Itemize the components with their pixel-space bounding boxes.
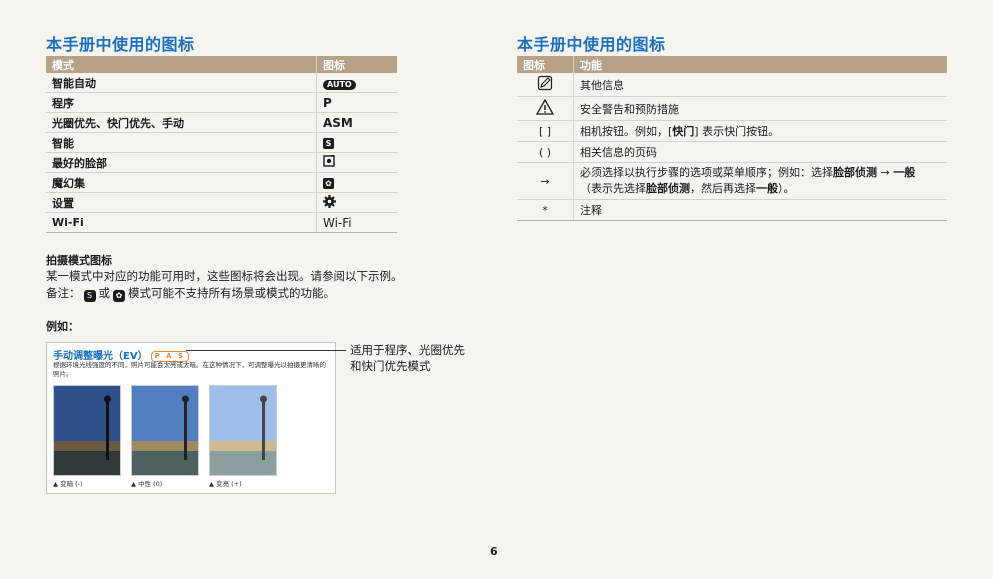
table-row: 程序 P <box>46 92 397 113</box>
smart-mode-icon: S <box>323 137 334 149</box>
asm-mode-icon: ASM <box>316 112 397 133</box>
shoot-mode-note: 备注： S 或 ✿ 模式可能不支持所有场景或模式的功能。 <box>46 285 335 302</box>
shoot-mode-heading: 拍摄模式图标 <box>46 254 112 267</box>
table-row: Wi-Fi Wi-Fi <box>46 212 397 233</box>
gear-icon <box>323 194 336 208</box>
magic-mode-icon: ✿ <box>323 177 334 189</box>
smart-mode-icon: S <box>83 290 96 302</box>
mode-label: Wi-Fi <box>46 212 317 233</box>
callout-text: 适用于程序、光圈优先 和快门优先模式 <box>350 343 465 373</box>
caption-neutral: ▲ 中性 (0) <box>131 480 163 488</box>
table-row: → 必须选择以执行步骤的选项或菜单顺序；例如：选择脸部侦测 → 一般 （表示先选… <box>517 162 947 200</box>
table-row: [ ] 相机按钮。例如，[快门] 表示快门按钮。 <box>517 120 947 142</box>
table-row: 智能 S <box>46 132 397 153</box>
mode-label: 光圈优先、快门优先、手动 <box>46 112 317 133</box>
mode-label: 智能自动 <box>46 73 317 93</box>
table-row: 设置 <box>46 192 397 213</box>
function-description: 必须选择以执行步骤的选项或菜单顺序；例如：选择脸部侦测 → 一般 （表示先选择脸… <box>573 162 947 200</box>
program-mode-icon: P <box>316 92 397 113</box>
example-title: 手动调整曝光（EV） P A S <box>53 347 190 362</box>
table-row: 魔幻集 ✿ <box>46 172 397 193</box>
paren-symbol: ( ) <box>517 141 574 163</box>
table-row: * 注释 <box>517 199 947 221</box>
auto-mode-icon: AUTO <box>323 79 356 90</box>
shoot-mode-description: 某一模式中对应的功能可用时，这些图标将会出现。请参阅以下示例。 <box>46 269 403 283</box>
table-row: ( ) 相关信息的页码 <box>517 141 947 163</box>
caption-dark: ▲ 变暗 (-) <box>53 480 83 488</box>
icon-column-header: 图标 <box>316 56 397 73</box>
bright-photo <box>209 385 277 476</box>
table-row: 其他信息 <box>517 73 947 97</box>
function-description: 相机按钮。例如，[快门] 表示快门按钮。 <box>573 120 947 142</box>
example-label: 例如： <box>46 320 79 333</box>
table-row: 智能自动 AUTO <box>46 73 397 93</box>
caption-bright: ▲ 变亮 (+) <box>209 480 242 488</box>
mode-label: 魔幻集 <box>46 172 317 193</box>
wifi-mode-icon: Wi-Fi <box>316 212 397 233</box>
best-face-icon <box>323 153 336 167</box>
table-row: 最好的脸部 <box>46 152 397 173</box>
mode-label: 设置 <box>46 192 317 213</box>
icon-column-header: 图标 <box>517 56 574 73</box>
table-row: 光圈优先、快门优先、手动 ASM <box>46 112 397 133</box>
mode-icon-table: 模式 图标 智能自动 AUTO 程序 P 光圈优先、快门优先、手动 ASM 智能… <box>46 56 397 233</box>
mode-label: 最好的脸部 <box>46 152 317 173</box>
right-section-title: 本手册中使用的图标 <box>517 35 666 54</box>
note-icon <box>537 75 553 91</box>
note-suffix: 模式可能不支持所有场景或模式的功能。 <box>128 286 335 300</box>
function-column-header: 功能 <box>573 56 947 73</box>
mode-label: 智能 <box>46 132 317 153</box>
page-number: 6 <box>490 545 498 558</box>
warning-icon <box>535 98 555 115</box>
function-description: 注释 <box>573 199 947 221</box>
mode-label: 程序 <box>46 92 317 113</box>
asterisk-symbol: * <box>517 199 574 221</box>
left-section-title: 本手册中使用的图标 <box>46 35 195 54</box>
function-description: 安全警告和预防措施 <box>573 96 947 121</box>
table-row: 安全警告和预防措施 <box>517 96 947 121</box>
example-description: 根据环境光线强度的不同，照片可能会太亮或太暗。在这种情况下，可调整曝光以拍摄更清… <box>53 361 326 378</box>
mode-column-header: 模式 <box>46 56 317 73</box>
icon-meaning-table: 图标 功能 其他信息 安全警告和预防措施 [ ] 相机按钮。例如，[快门] 表示… <box>517 56 947 221</box>
bracket-symbol: [ ] <box>517 120 574 142</box>
note-or: 或 <box>98 286 111 300</box>
note-prefix: 备注： <box>46 286 81 300</box>
callout-line <box>186 350 346 351</box>
magic-mode-icon: ✿ <box>113 290 125 302</box>
function-description: 相关信息的页码 <box>573 141 947 163</box>
function-description: 其他信息 <box>573 73 947 97</box>
arrow-symbol: → <box>517 162 574 200</box>
example-panel: 手动调整曝光（EV） P A S 根据环境光线强度的不同，照片可能会太亮或太暗。在… <box>46 342 336 494</box>
dark-photo <box>53 385 121 476</box>
neutral-photo <box>131 385 199 476</box>
